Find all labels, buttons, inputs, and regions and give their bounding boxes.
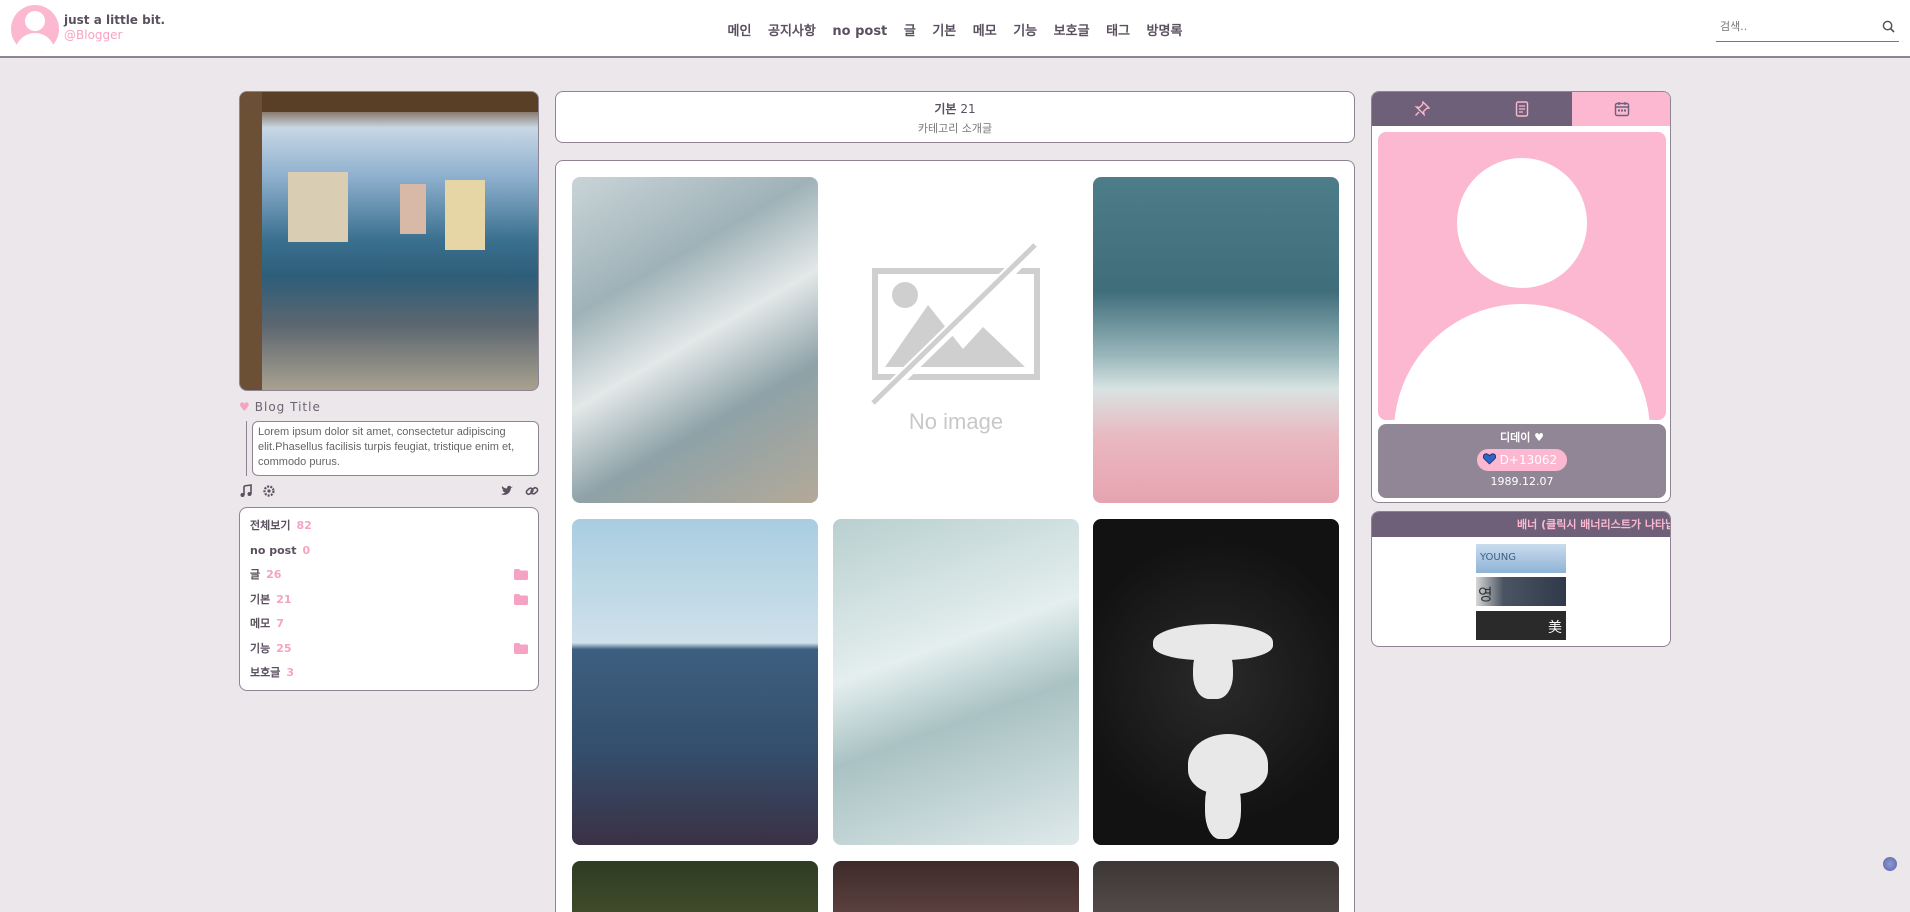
post-thumbnail[interactable] [572, 177, 818, 503]
no-image-label: No image [908, 409, 1004, 434]
folder-icon[interactable] [514, 593, 528, 605]
document-icon [1515, 101, 1529, 117]
banner-text: YOUNG [1480, 552, 1516, 563]
gear-icon[interactable] [262, 484, 276, 498]
search-input[interactable] [1716, 15, 1876, 38]
nav-item-tags[interactable]: 태그 [1106, 24, 1130, 39]
description-divider [246, 421, 247, 476]
banner-text: 美 [1548, 620, 1562, 636]
dday-date: 1989.12.07 [1490, 475, 1554, 488]
blog-hero-image [239, 91, 539, 391]
banner-item[interactable]: 영 [1476, 577, 1566, 606]
tab-pinned[interactable] [1372, 92, 1472, 126]
folder-icon[interactable] [514, 642, 528, 654]
category-item-basic[interactable]: 기본 21 [250, 590, 528, 615]
search-icon[interactable] [1882, 20, 1895, 33]
tab-calendar[interactable] [1572, 92, 1670, 126]
post-grid: No image [555, 160, 1355, 912]
nav-item-basic[interactable]: 기본 [932, 24, 956, 39]
no-image-icon [870, 240, 1042, 408]
profile-widget: 디데이 ♥ D+13062 1989.12.07 [1371, 91, 1671, 503]
banner-title[interactable]: 배너 (클릭시 배너리스트가 나타납니다) [1372, 512, 1670, 537]
top-header: just a little bit. @Blogger 메인 공지사항 no p… [0, 0, 1910, 58]
widget-button[interactable] [1883, 857, 1897, 871]
category-list: 전체보기 82 no post 0 글 26 기본 21 메모 7 기능 25 보호글 3 [239, 507, 539, 691]
nav-item-notice[interactable]: 공지사항 [768, 24, 816, 39]
nav-item-guestbook[interactable]: 방명록 [1147, 24, 1183, 39]
post-thumbnail[interactable] [572, 519, 818, 845]
post-thumbnail[interactable] [1093, 861, 1339, 912]
link-icon[interactable] [525, 484, 539, 498]
heart-icon: ♥ [239, 400, 251, 414]
post-thumbnail[interactable] [572, 861, 818, 912]
category-item-all[interactable]: 전체보기 82 [250, 516, 528, 541]
category-item-protected[interactable]: 보호글 3 [250, 663, 528, 688]
post-thumbnail-no-image[interactable]: No image [833, 177, 1079, 503]
post-thumbnail[interactable] [1093, 519, 1339, 845]
nav-item-memo[interactable]: 메모 [973, 24, 997, 39]
search-box [1716, 15, 1899, 42]
tab-posts[interactable] [1472, 92, 1572, 126]
blog-title-row: ♥ Blog Title [239, 400, 321, 414]
pin-icon [1414, 101, 1430, 117]
widget-tabs [1372, 92, 1670, 126]
calendar-icon [1614, 102, 1630, 117]
post-thumbnail[interactable] [833, 519, 1079, 845]
dday-badge: D+13062 [1476, 449, 1568, 471]
category-header: 기본 21 카테고리 소개글 [555, 91, 1355, 143]
dday-value: D+13062 [1499, 453, 1558, 467]
post-thumbnail[interactable] [833, 861, 1079, 912]
profile-picture [1378, 132, 1666, 420]
nav-item-posts[interactable]: 글 [904, 24, 916, 39]
blog-title: Blog Title [254, 400, 321, 414]
category-item-no-post[interactable]: no post 0 [250, 541, 528, 566]
nav-item-no-post[interactable]: no post [832, 24, 887, 39]
category-item-memo[interactable]: 메모 7 [250, 614, 528, 639]
post-thumbnail[interactable] [1093, 177, 1339, 503]
nav-item-features[interactable]: 기능 [1013, 24, 1037, 39]
music-icon[interactable] [239, 484, 253, 498]
banner-text: 영 [1478, 585, 1493, 604]
twitter-icon[interactable] [500, 484, 514, 498]
nav-item-main[interactable]: 메인 [728, 24, 752, 39]
banner-item[interactable]: YOUNG [1476, 544, 1566, 573]
nav-item-protected[interactable]: 보호글 [1054, 24, 1090, 39]
category-item-features[interactable]: 기능 25 [250, 639, 528, 664]
category-name: 기본 [934, 102, 957, 116]
blog-description: Lorem ipsum dolor sit amet, consectetur … [252, 421, 539, 476]
folder-icon[interactable] [514, 569, 528, 580]
category-description: 카테고리 소개글 [917, 122, 993, 135]
blue-heart-icon [1482, 453, 1496, 465]
dday-panel: 디데이 ♥ D+13062 1989.12.07 [1378, 424, 1666, 498]
banner-item[interactable]: 美 [1476, 611, 1566, 640]
main-nav: 메인 공지사항 no post 글 기본 메모 기능 보호글 태그 방명록 [0, 20, 1910, 39]
category-item-posts[interactable]: 글 26 [250, 565, 528, 590]
dday-title: 디데이 [1499, 431, 1531, 444]
sidebar-icon-row [239, 483, 539, 499]
banner-widget: 배너 (클릭시 배너리스트가 나타납니다) YOUNG 영 美 [1371, 511, 1671, 647]
category-count: 21 [960, 102, 976, 116]
heart-icon: ♥ [1534, 431, 1545, 444]
